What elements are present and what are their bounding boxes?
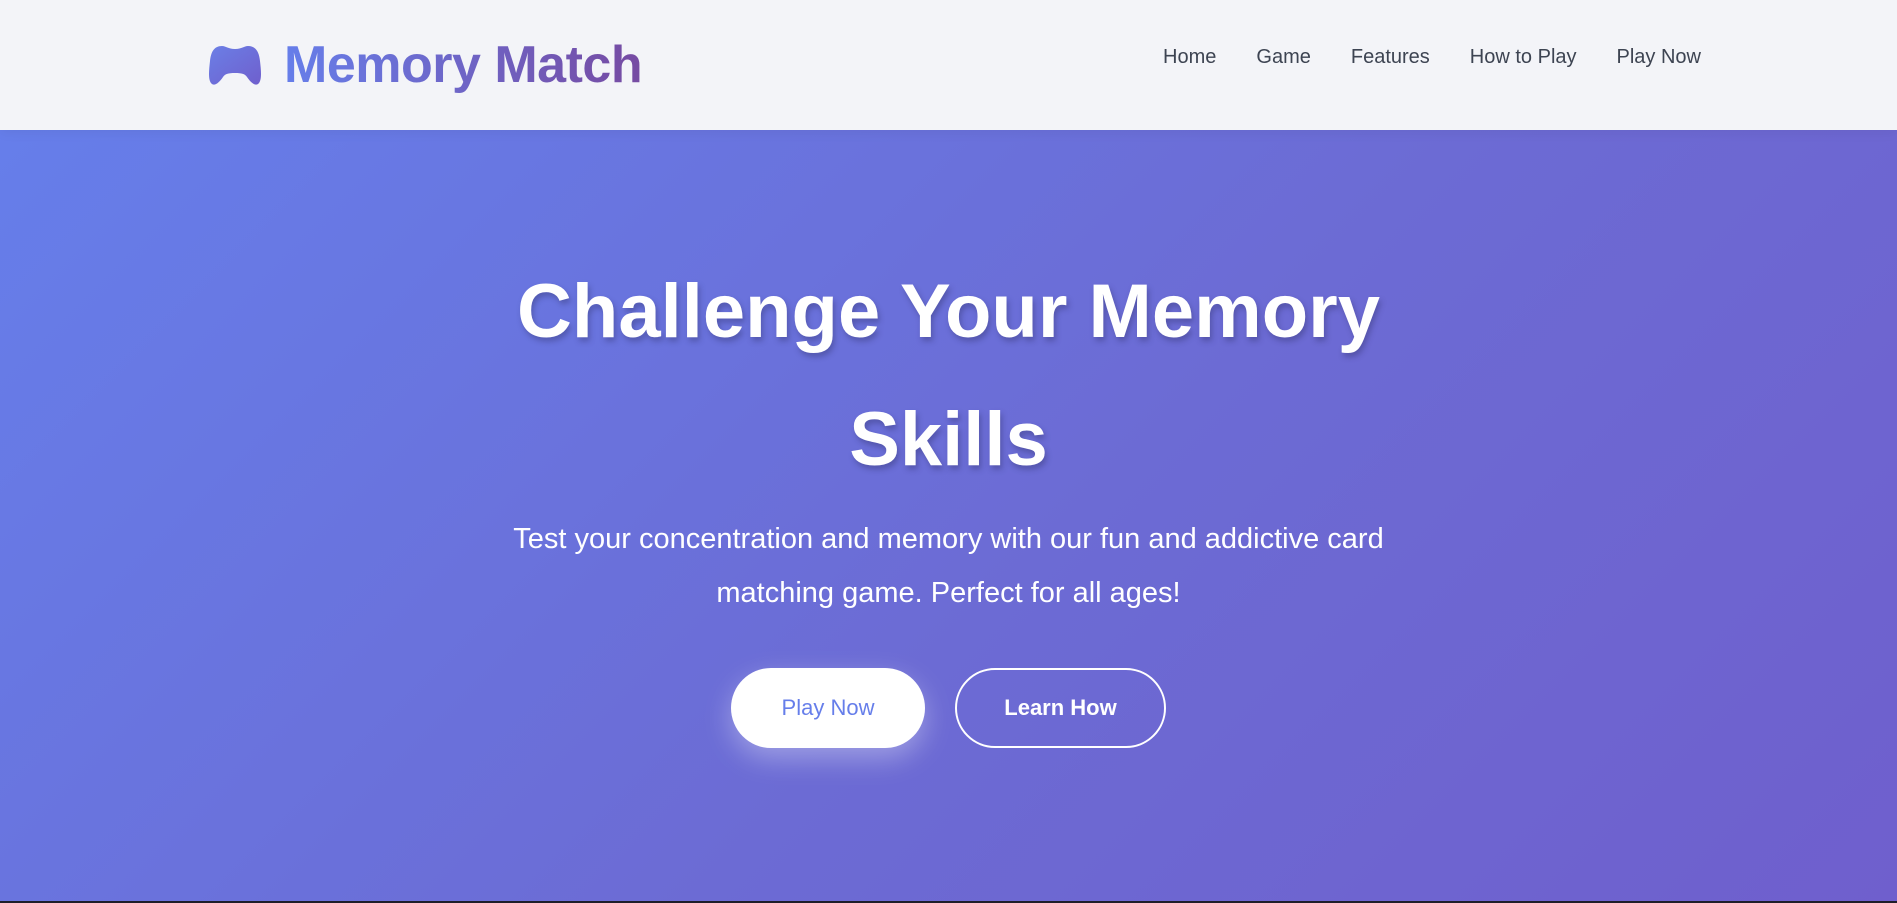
site-header: Memory Match Home Game Features How to P…: [0, 0, 1897, 130]
nav-item-home: Home: [1163, 46, 1216, 69]
cta-group: Play Now Learn How: [0, 668, 1897, 748]
nav-link-game[interactable]: Game: [1256, 46, 1310, 68]
nav-item-play-now: Play Now: [1617, 46, 1701, 69]
nav-item-game: Game: [1256, 46, 1310, 69]
logo[interactable]: Memory Match: [208, 30, 643, 100]
nav-link-home[interactable]: Home: [1163, 46, 1216, 68]
nav-link-features[interactable]: Features: [1351, 46, 1430, 68]
hero-subtitle: Test your concentration and memory with …: [513, 523, 1384, 609]
play-now-button[interactable]: Play Now: [731, 668, 925, 748]
learn-how-button[interactable]: Learn How: [955, 668, 1166, 748]
main-nav: Home Game Features How to Play Play Now: [1163, 46, 1701, 69]
nav-item-features: Features: [1351, 46, 1430, 69]
hero-section: Challenge Your Memory Skills Test your c…: [0, 130, 1897, 903]
nav-item-how-to-play: How to Play: [1470, 46, 1577, 69]
hero-title: Challenge Your Memory Skills: [517, 269, 1380, 482]
nav-link-how-to-play[interactable]: How to Play: [1470, 46, 1577, 68]
gamepad-icon: [209, 46, 261, 85]
logo-text: Memory Match: [284, 36, 643, 94]
nav-link-play-now[interactable]: Play Now: [1617, 46, 1701, 68]
